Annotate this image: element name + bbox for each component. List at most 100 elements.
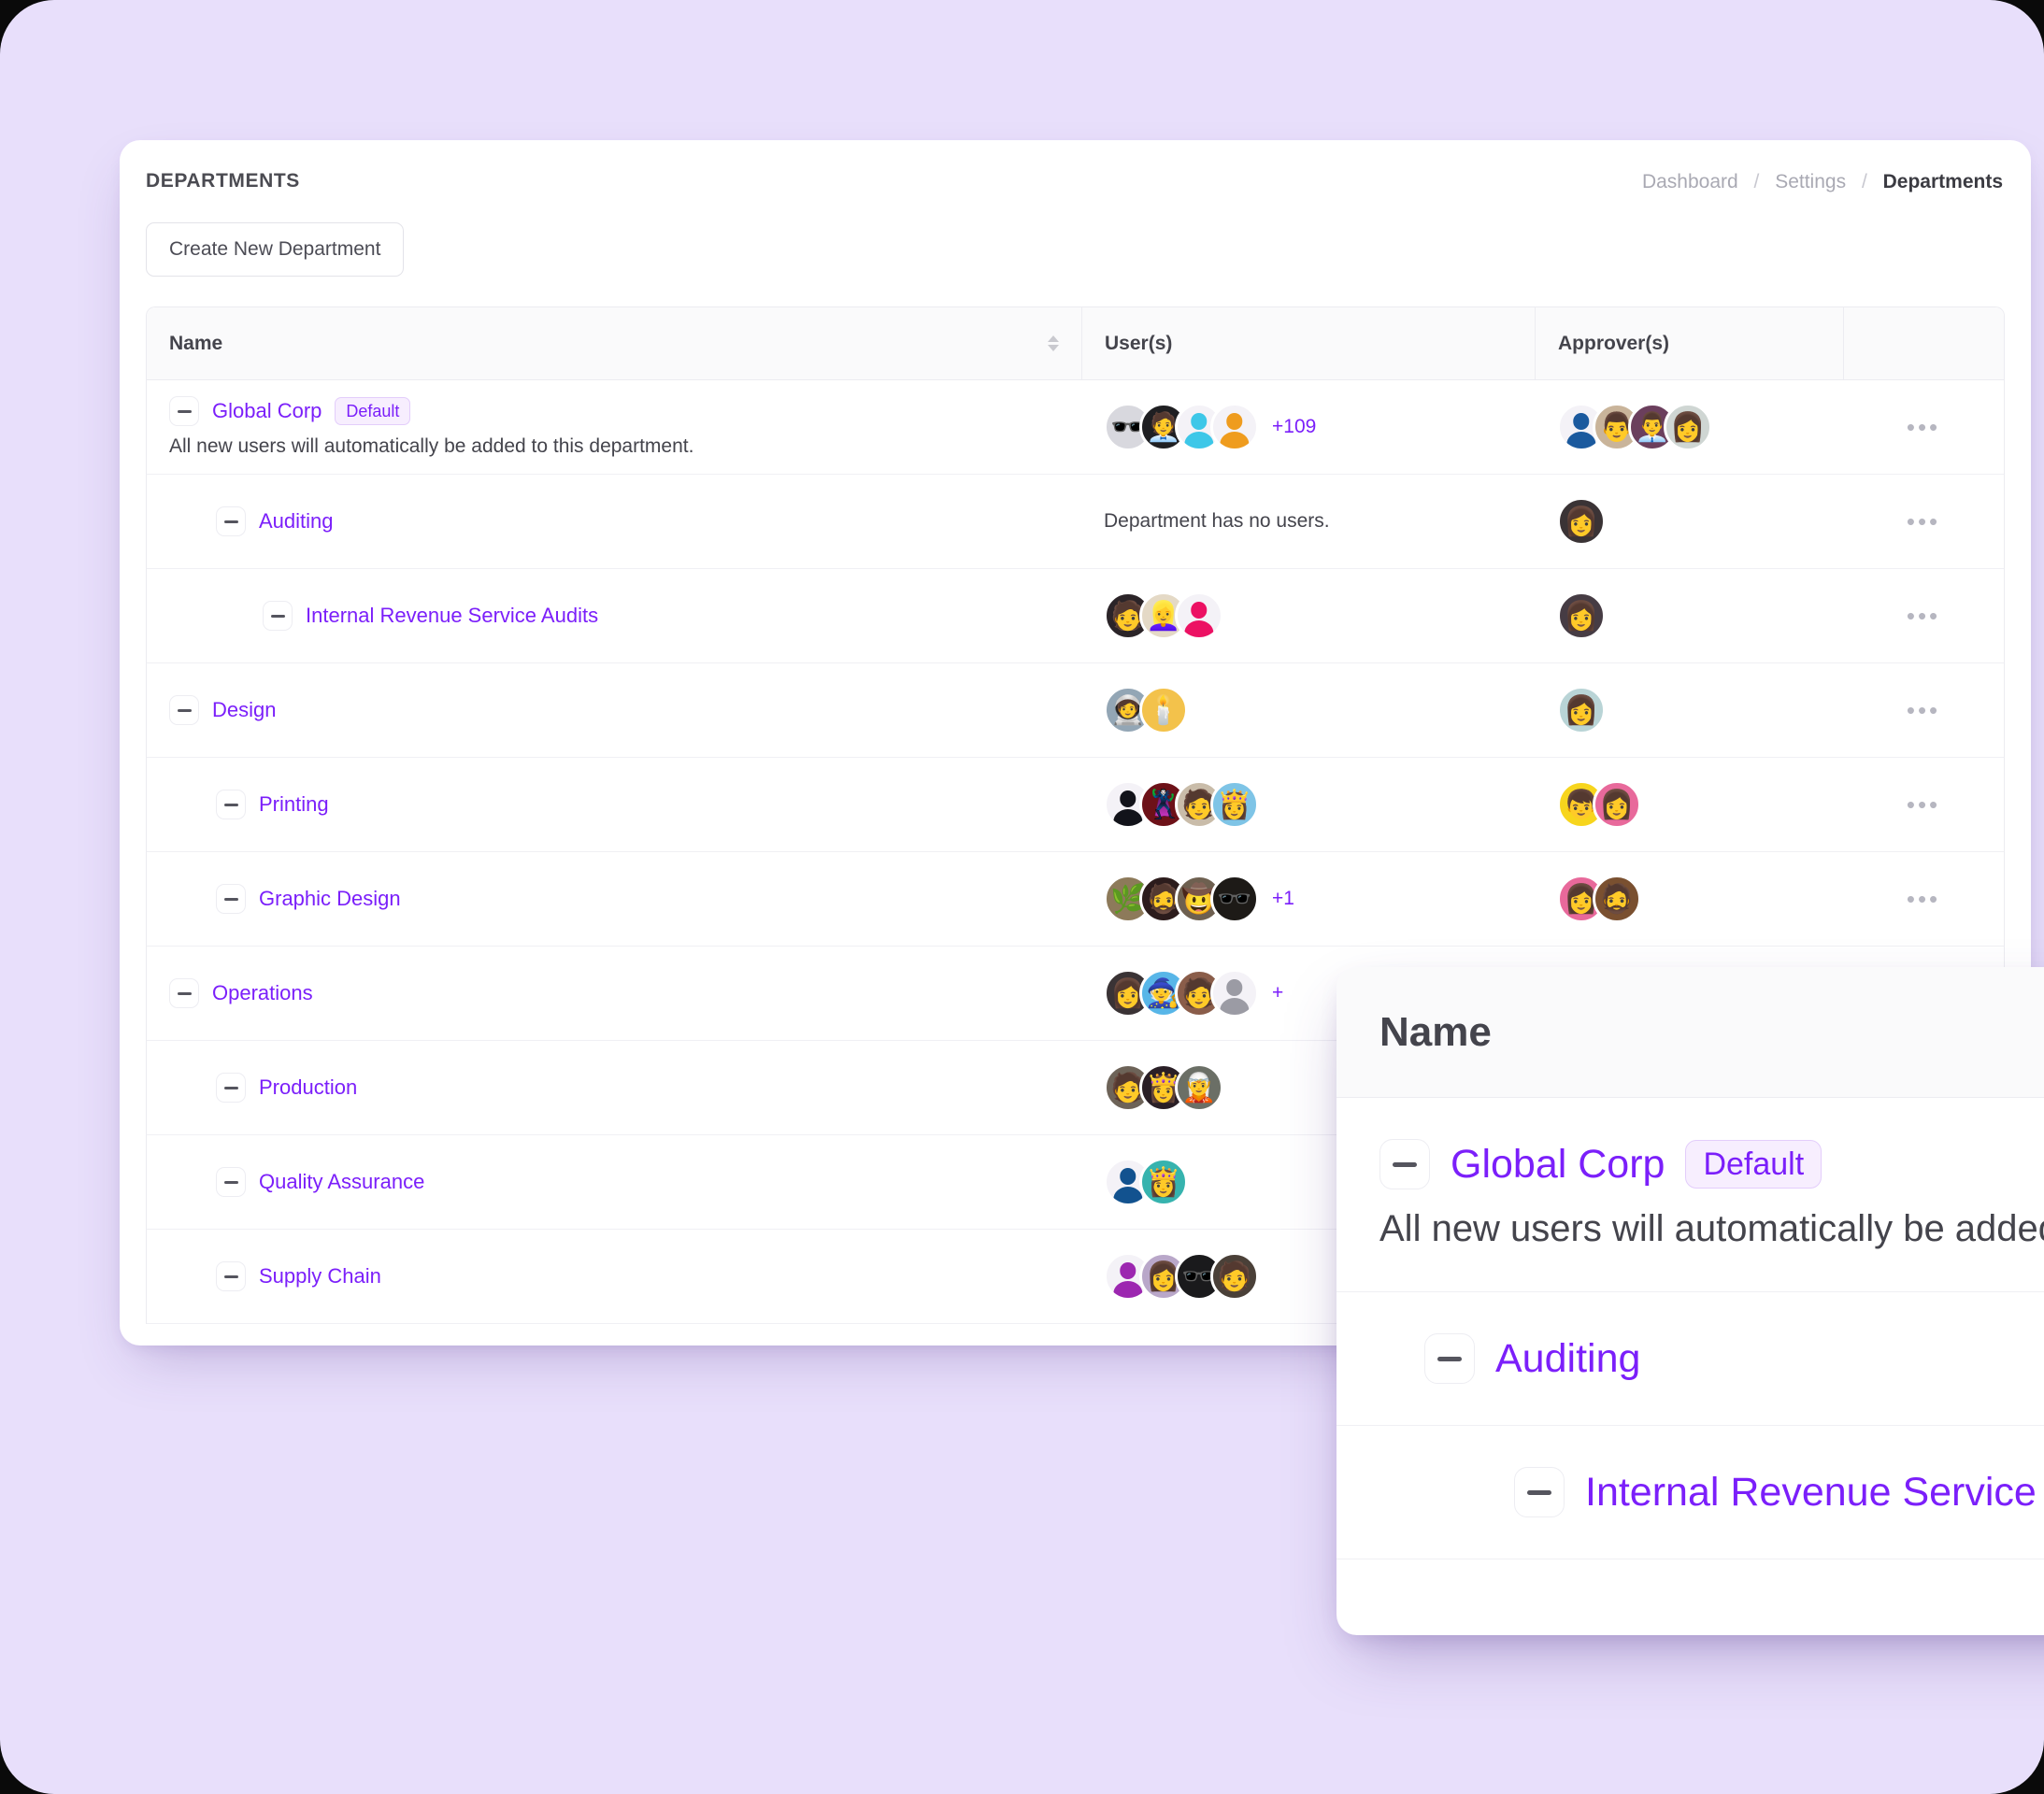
approvers-avatar-group: 👩: [1557, 686, 1821, 734]
avatar: [1175, 591, 1223, 640]
overlay-department-link[interactable]: Auditing: [1495, 1336, 1640, 1382]
row-actions-menu-icon[interactable]: •••: [1907, 792, 1940, 817]
avatar-overflow-count[interactable]: +1: [1272, 888, 1294, 910]
table-row: Global Corp Default All new users will aut…: [147, 380, 2004, 475]
avatar: [1210, 403, 1259, 451]
avatar: 👸: [1139, 1158, 1188, 1206]
department-link[interactable]: Auditing: [259, 509, 334, 534]
collapse-minus-icon[interactable]: [1424, 1333, 1475, 1384]
cell-name: Internal Revenue Service Audits: [147, 588, 1081, 644]
department-link[interactable]: Production: [259, 1075, 357, 1100]
cell-users: 🧑 👱‍♀️: [1081, 591, 1535, 640]
avatar: 👩: [1557, 686, 1606, 734]
collapse-minus-icon[interactable]: [216, 1167, 246, 1197]
avatar: 🕶️: [1210, 875, 1259, 923]
avatar: 👩: [1664, 403, 1712, 451]
department-name-line: Internal Revenue Service Audits: [263, 601, 1059, 631]
breadcrumb-separator: /: [1861, 171, 1867, 192]
breadcrumb-item-dashboard[interactable]: Dashboard: [1642, 171, 1738, 192]
users-avatar-group: 🕶️ 🧑‍💼 +109: [1104, 403, 1512, 451]
avatar: 👩: [1557, 497, 1606, 546]
table-row: Auditing Department has no users. 👩 •••: [147, 475, 2004, 569]
overlay-default-badge: Default: [1685, 1140, 1822, 1189]
table-row: Internal Revenue Service Audits 🧑 👱‍♀️ 👩 •••: [147, 569, 2004, 663]
avatar-overflow-count[interactable]: +: [1272, 982, 1283, 1004]
column-header-approvers: Approver(s): [1535, 307, 1843, 379]
collapse-minus-icon[interactable]: [216, 506, 246, 536]
collapse-minus-icon[interactable]: [1514, 1467, 1565, 1517]
collapse-minus-icon[interactable]: [216, 790, 246, 819]
department-name-line: Printing: [216, 790, 1059, 819]
table-row: Printing 🦹 🧑 👸 👦 👩 •••: [147, 758, 2004, 852]
avatar: 👸: [1210, 780, 1259, 829]
department-name-line: Supply Chain: [216, 1261, 1059, 1291]
create-new-department-button[interactable]: Create New Department: [146, 222, 405, 277]
overlay-rows: Global Corp Default All new users will aut…: [1336, 1098, 2044, 1559]
users-avatar-group: 🧑 👱‍♀️: [1104, 591, 1512, 640]
overlay-name-line: Global Corp Default: [1379, 1139, 2044, 1189]
avatar: 👩: [1557, 591, 1606, 640]
card-header: DEPARTMENTS Dashboard / Settings / Depar…: [120, 140, 2031, 219]
breadcrumb: Dashboard / Settings / Departments: [1642, 171, 2003, 193]
sort-arrows-icon[interactable]: [1048, 335, 1059, 351]
row-actions-menu-icon[interactable]: •••: [1907, 509, 1940, 534]
collapse-minus-icon[interactable]: [216, 1261, 246, 1291]
approvers-avatar-group: 👩 🧔: [1557, 875, 1821, 923]
avatar-glyph: 🕶️: [1217, 883, 1252, 915]
avatar-glyph: 👩: [1599, 789, 1635, 820]
department-link[interactable]: Internal Revenue Service Audits: [306, 604, 598, 628]
collapse-minus-icon[interactable]: [216, 884, 246, 914]
overlay-name-line: Auditing: [1424, 1333, 2044, 1384]
collapse-minus-icon[interactable]: [169, 978, 199, 1008]
overlay-column-header-name: Name: [1379, 1008, 1492, 1055]
department-link[interactable]: Global Corp: [212, 399, 322, 423]
row-actions-menu-icon[interactable]: •••: [1907, 415, 1940, 439]
collapse-minus-icon[interactable]: [169, 695, 199, 725]
cell-approvers: 👩: [1535, 591, 1843, 640]
avatar-glyph: 👩: [1564, 694, 1599, 726]
page-title: DEPARTMENTS: [146, 170, 300, 192]
avatar: [1210, 969, 1259, 1018]
department-link[interactable]: Quality Assurance: [259, 1170, 424, 1194]
avatar-overflow-count[interactable]: +109: [1272, 416, 1316, 438]
department-name-line: Graphic Design: [216, 884, 1059, 914]
collapse-minus-icon[interactable]: [263, 601, 293, 631]
approvers-avatar-group: 👩: [1557, 591, 1821, 640]
avatar-glyph: 👩: [1564, 505, 1599, 537]
department-link[interactable]: Printing: [259, 792, 329, 817]
cell-actions: •••: [1843, 415, 2004, 439]
cell-name: Production: [147, 1060, 1081, 1116]
collapse-minus-icon[interactable]: [216, 1073, 246, 1103]
cell-users: 🧑‍🚀 🕯️: [1081, 686, 1535, 734]
avatar-glyph: 👸: [1217, 789, 1252, 820]
collapse-minus-icon[interactable]: [1379, 1139, 1430, 1189]
department-link[interactable]: Supply Chain: [259, 1264, 381, 1289]
overlay-department-link[interactable]: Global Corp: [1451, 1142, 1665, 1188]
collapse-minus-icon[interactable]: [169, 396, 199, 426]
department-link[interactable]: Design: [212, 698, 276, 722]
avatar-glyph: 🧝: [1181, 1072, 1217, 1103]
row-actions-menu-icon[interactable]: •••: [1907, 887, 1940, 911]
approvers-avatar-group: 👩: [1557, 497, 1821, 546]
users-avatar-group: 🧑‍🚀 🕯️: [1104, 686, 1512, 734]
app-background: DEPARTMENTS Dashboard / Settings / Depar…: [0, 0, 2044, 1794]
column-header-name[interactable]: Name: [147, 307, 1081, 379]
overlay-department-link[interactable]: Internal Revenue Service A: [1585, 1470, 2044, 1516]
row-actions-menu-icon[interactable]: •••: [1907, 604, 1940, 628]
overlay-department-description: All new users will automatically be adde…: [1379, 1208, 2044, 1249]
overlay-table-row: Auditing: [1336, 1292, 2044, 1426]
row-actions-menu-icon[interactable]: •••: [1907, 698, 1940, 722]
cell-name: Graphic Design: [147, 871, 1081, 927]
avatar: 🧔: [1593, 875, 1641, 923]
empty-users-text: Department has no users.: [1104, 510, 1330, 532]
column-header-users: User(s): [1081, 307, 1535, 379]
cell-users: 🌿 🧔 🤠 🕶️ +1: [1081, 875, 1535, 923]
column-header-actions: [1843, 307, 2004, 379]
breadcrumb-item-settings[interactable]: Settings: [1775, 171, 1846, 192]
table-row: Design 🧑‍🚀 🕯️ 👩 •••: [147, 663, 2004, 758]
department-link[interactable]: Operations: [212, 981, 313, 1005]
overlay-table-row: Global Corp Default All new users will aut…: [1336, 1098, 2044, 1292]
cell-name: Global Corp Default All new users will aut…: [147, 383, 1081, 471]
overlay-column-header: Name: [1336, 967, 2044, 1098]
department-link[interactable]: Graphic Design: [259, 887, 401, 911]
